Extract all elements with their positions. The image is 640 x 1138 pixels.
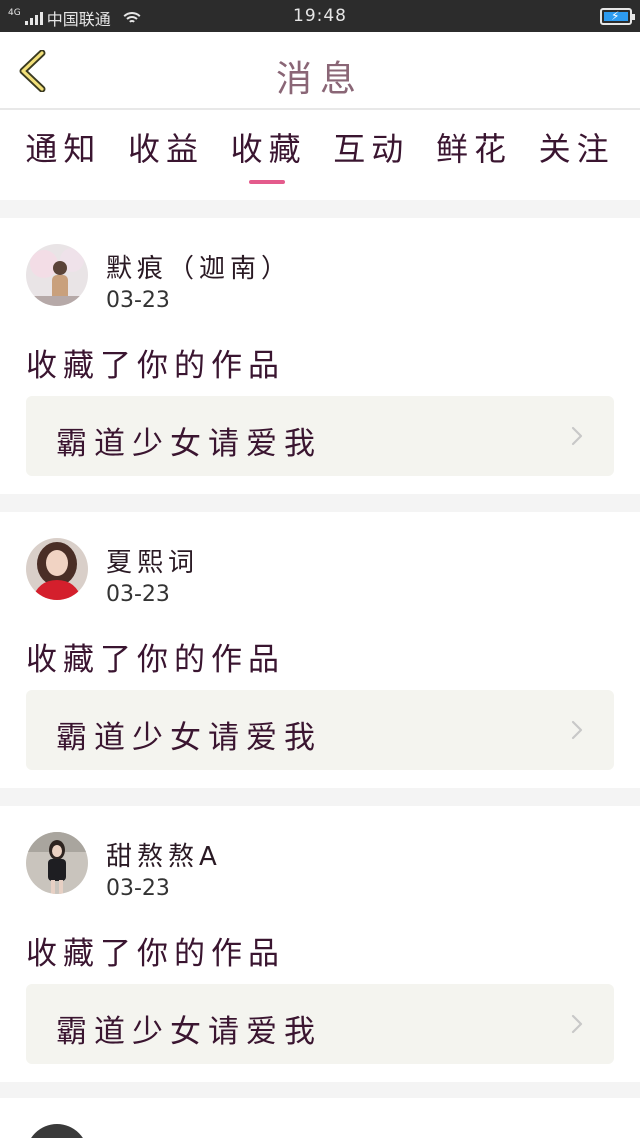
divider	[0, 494, 640, 512]
username[interactable]: 甜熬熬A	[106, 836, 222, 873]
avatar[interactable]	[26, 832, 88, 894]
work-title: 霸道少女请爱我	[56, 1014, 322, 1050]
divider	[0, 200, 640, 218]
work-link[interactable]: 霸道少女请爱我	[26, 984, 614, 1064]
action-text: 收藏了你的作品	[26, 642, 285, 678]
tab-flowers[interactable]: 鲜花	[436, 124, 512, 180]
divider	[0, 788, 640, 806]
action-text: 收藏了你的作品	[26, 348, 285, 384]
divider	[0, 1082, 640, 1098]
header-bar: 消息	[0, 32, 640, 110]
avatar[interactable]	[26, 244, 88, 306]
chevron-right-icon	[571, 1014, 583, 1034]
work-title: 霸道少女请爱我	[56, 720, 322, 756]
work-title: 霸道少女请爱我	[56, 426, 322, 462]
notification-card: 夏熙词 03-23 收藏了你的作品 霸道少女请爱我	[0, 512, 640, 788]
status-time: 19:48	[293, 6, 347, 26]
tab-bar: 通知 收益 收藏 互动 鲜花 关注	[0, 110, 640, 200]
avatar[interactable]	[26, 1124, 88, 1138]
notification-card: 默痕（迦南） 03-23 收藏了你的作品 霸道少女请爱我	[0, 218, 640, 494]
chevron-right-icon	[571, 720, 583, 740]
username[interactable]: 夏熙词	[106, 542, 199, 579]
notification-card: 甜熬熬A 03-23 收藏了你的作品 霸道少女请爱我	[0, 806, 640, 1082]
notification-date: 03-23	[106, 876, 170, 901]
avatar[interactable]	[26, 538, 88, 600]
notification-date: 03-23	[106, 582, 170, 607]
tab-follows[interactable]: 关注	[539, 124, 615, 180]
tab-favorites[interactable]: 收藏	[231, 124, 307, 184]
notification-date: 03-23	[106, 288, 170, 313]
tab-notifications[interactable]: 通知	[25, 124, 101, 180]
chevron-right-icon	[571, 426, 583, 446]
battery-charging-icon: ⚡	[600, 8, 635, 25]
status-bar: 4G 中国联通 19:48 ⚡	[0, 0, 640, 32]
username[interactable]: 默痕（迦南）	[106, 248, 292, 285]
work-link[interactable]: 霸道少女请爱我	[26, 690, 614, 770]
work-link[interactable]: 霸道少女请爱我	[26, 396, 614, 476]
page-title: 消息	[275, 59, 364, 100]
action-text: 收藏了你的作品	[26, 936, 285, 972]
tab-earnings[interactable]: 收益	[128, 124, 204, 180]
tab-interactions[interactable]: 互动	[333, 124, 409, 180]
